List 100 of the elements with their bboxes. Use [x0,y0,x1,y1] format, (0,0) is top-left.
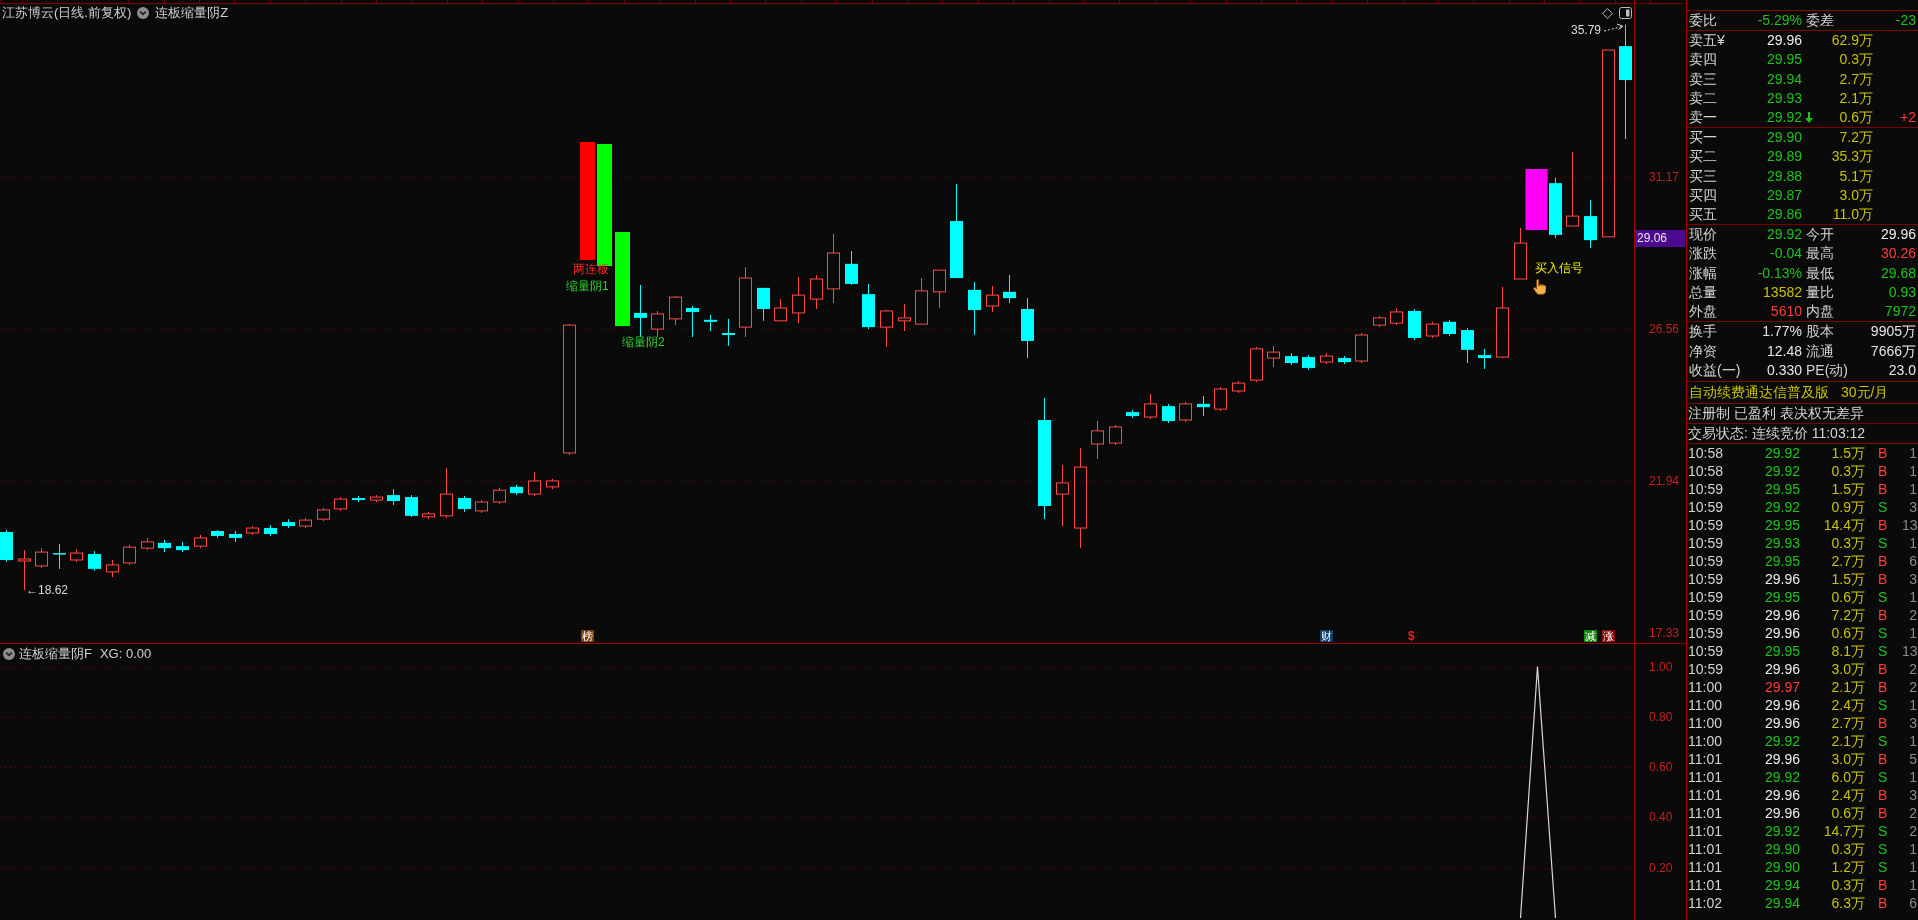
trade-price: 29.96 [1764,749,1800,768]
quote-label: 现价 [1689,225,1717,245]
trade-price: 29.94 [1764,893,1800,912]
event-marker[interactable]: $ [1408,630,1415,642]
candlestick [299,517,312,529]
quote-value: 1.77% [1762,322,1802,342]
chevron-down-icon[interactable] [137,7,150,19]
trade-side: B [1878,713,1888,732]
trade-count: 6 [1909,893,1917,912]
trade-time: 11:00 [1688,695,1722,714]
trade-time: 10:59 [1688,479,1724,498]
candlestick [968,281,981,336]
event-marker[interactable]: 榜 [581,630,594,642]
quote-value: 29.68 [1880,263,1916,283]
trade-price: 29.92 [1764,443,1800,462]
candlestick [352,495,365,503]
trade-volume: 1.5万 [1831,443,1865,462]
candlestick [845,250,858,286]
candlestick [1214,386,1227,412]
axis-label: 0.80 [1649,710,1673,724]
trade-side: S [1878,839,1888,858]
candlestick [1056,464,1069,527]
candlestick [1320,352,1333,365]
trade-volume: 0.3万 [1831,461,1865,480]
quote-label: 内盘 [1806,301,1834,321]
candlestick [1338,355,1351,365]
trade-volume: 0.6万 [1831,803,1865,822]
trade-volume: 2.1万 [1831,677,1865,696]
quote-label: 总量 [1689,282,1717,302]
trade-volume: 2.4万 [1831,695,1865,714]
candlestick [1549,177,1562,239]
candlestick [158,539,171,553]
candlestick [510,484,523,496]
signal-label: 两连板 [573,262,609,276]
trade-count: 1 [1909,695,1917,714]
event-marker[interactable]: 财 [1320,630,1333,642]
candlestick [422,511,435,520]
trade-time: 11:02 [1688,893,1722,912]
candlestick [774,298,787,322]
order-volume: 7.2万 [1839,128,1873,148]
candlestick [264,524,277,537]
leader-arrow [1603,23,1624,32]
candlestick [1232,380,1245,394]
candlestick [440,467,453,519]
signal-label: 缩量阴1 [566,279,609,293]
order-price: 29.88 [1766,166,1802,186]
trade-time: 11:01 [1688,839,1722,858]
event-marker[interactable]: 涨 [1602,630,1615,642]
trade-side: B [1878,677,1888,696]
candlestick [1197,395,1210,417]
order-volume: 0.3万 [1839,50,1873,70]
candlestick [1302,354,1315,371]
trade-count: 1 [1909,731,1917,750]
order-volume: 5.1万 [1839,166,1873,186]
split-square-icon[interactable] [1619,7,1632,19]
trade-price: 29.95 [1764,515,1800,534]
trade-price: 29.95 [1764,641,1800,660]
candlestick [405,494,418,518]
candlestick [1461,327,1474,364]
candlestick [70,548,83,563]
candlestick [1285,352,1298,366]
chevron-down-icon[interactable] [3,648,15,660]
order-price: 29.87 [1766,185,1802,205]
candlestick [1144,393,1157,420]
trade-count: 3 [1909,569,1917,588]
quote-label: 今开 [1806,225,1834,245]
trade-volume: 1.5万 [1831,479,1865,498]
trade-side: B [1878,443,1888,462]
trade-count: 1 [1909,875,1917,894]
quote-value: 0.330 [1766,361,1802,381]
candlestick [528,471,541,497]
trade-side: S [1878,695,1888,714]
candlestick [0,529,13,563]
trade-side: B [1878,605,1888,624]
diamond-icon[interactable] [1602,8,1613,19]
trade-time: 10:59 [1688,641,1724,660]
candlestick [1109,424,1122,446]
event-marker[interactable]: 减 [1584,630,1597,642]
trade-time: 10:59 [1688,515,1724,534]
trade-time: 10:59 [1688,587,1724,606]
trade-time: 10:59 [1688,569,1724,588]
trade-time: 10:59 [1688,623,1724,642]
quote-value: 29.96 [1880,225,1916,245]
candlestick [1003,274,1016,304]
order-price: 29.93 [1766,88,1802,108]
order-volume: 2.1万 [1839,88,1873,108]
trade-price: 29.92 [1764,461,1800,480]
candlestick [898,303,911,332]
candlestick [53,543,66,570]
high-price-label: 35.79 [1571,23,1602,37]
order-label: 卖二 [1689,88,1717,108]
trade-price: 29.96 [1764,569,1800,588]
quote-value: -23 [1895,11,1916,31]
quote-label: PE(动) [1806,361,1848,381]
trade-volume: 2.1万 [1831,731,1865,750]
chart-title: 江苏博云(日线.前复权) [2,5,132,21]
trade-count: 1 [1909,443,1917,462]
quote-label: 委比 [1689,11,1717,31]
signal-label: 缩量阴2 [622,335,665,349]
trade-time: 10:58 [1688,443,1724,462]
